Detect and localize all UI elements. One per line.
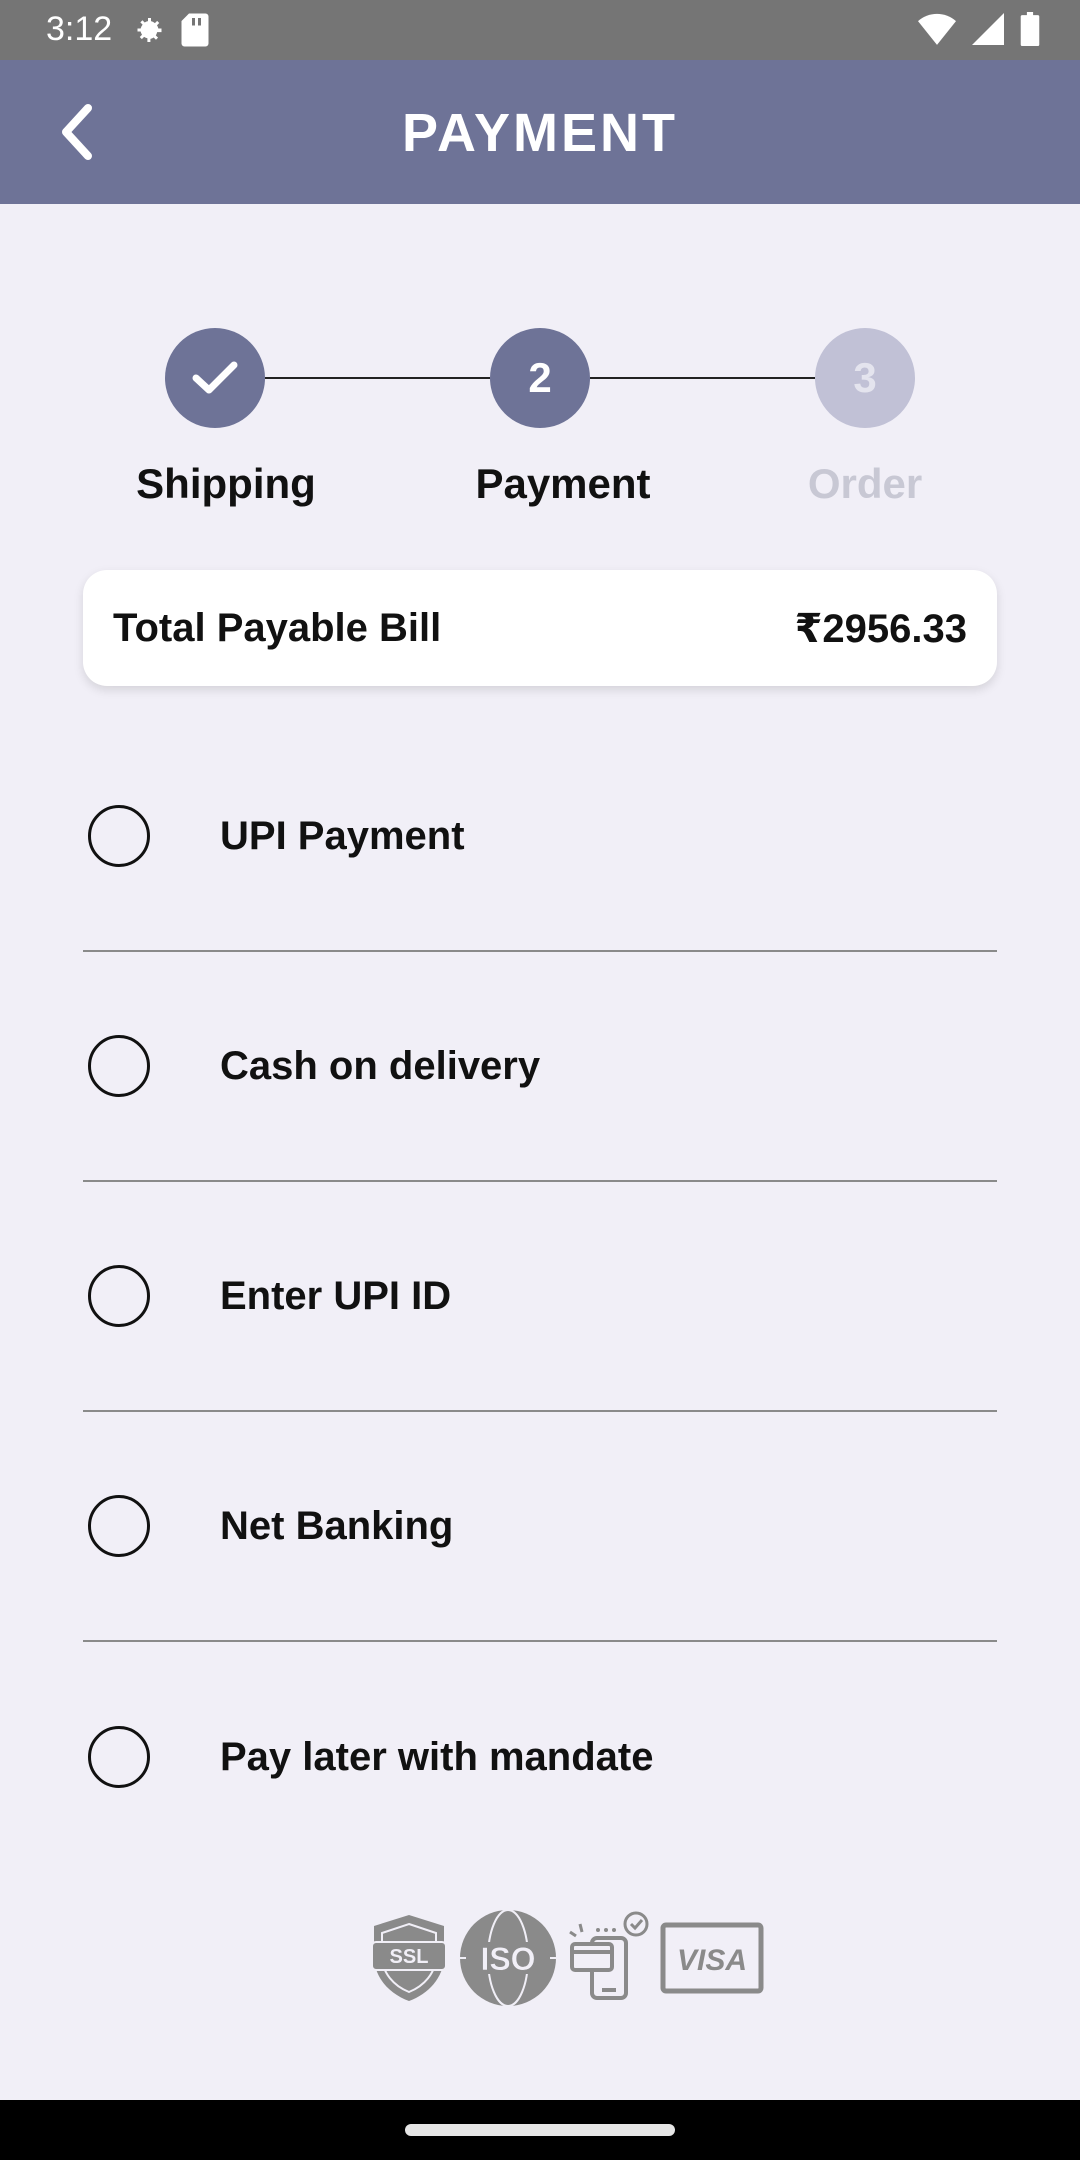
payment-option-cod[interactable]: Cash on delivery <box>83 952 997 1182</box>
option-label: Cash on delivery <box>220 1043 541 1088</box>
step-connector <box>590 377 815 379</box>
visa-text: VISA <box>677 1944 747 1977</box>
check-icon <box>192 361 238 394</box>
step-connector <box>265 377 490 379</box>
status-right-icons <box>918 12 1040 51</box>
option-label: UPI Payment <box>220 813 465 858</box>
total-bill-card: Total Payable Bill ₹2956.33 <box>83 570 997 686</box>
system-nav-bar <box>0 2100 1080 2160</box>
step-payment-number: 2 <box>528 354 552 401</box>
radio-button[interactable] <box>88 1265 150 1327</box>
payment-option-net-banking[interactable]: Net Banking <box>83 1412 997 1642</box>
visa-logo-icon: VISA <box>660 1922 764 1994</box>
step-order-circle: 3 <box>815 328 915 428</box>
step-payment-circle: 2 <box>490 328 590 428</box>
sd-card-icon <box>180 12 210 53</box>
step-label-shipping: Shipping <box>136 460 316 507</box>
radio-button[interactable] <box>88 1035 150 1097</box>
radio-button[interactable] <box>88 1495 150 1557</box>
option-label: Pay later with mandate <box>220 1734 654 1779</box>
radio-button[interactable] <box>88 805 150 867</box>
status-bar: 3:12 <box>0 0 1080 60</box>
bill-label: Total Payable Bill <box>113 606 442 650</box>
step-label-payment: Payment <box>475 460 651 507</box>
status-left-icons <box>130 12 210 53</box>
settings-icon <box>130 12 166 53</box>
payment-option-upi-id[interactable]: Enter UPI ID <box>83 1182 997 1412</box>
secure-card-payment-icon <box>569 1911 649 2000</box>
iso-text: ISO <box>480 1941 535 1977</box>
step-order-number: 3 <box>853 354 877 401</box>
home-gesture-handle[interactable] <box>405 2124 675 2136</box>
step-shipping-circle <box>165 328 265 428</box>
payment-option-pay-later[interactable]: Pay later with mandate <box>83 1642 997 1872</box>
iso-badge-icon: ISO <box>460 1909 556 2007</box>
step-label-order: Order <box>807 460 923 507</box>
payment-option-upi[interactable]: UPI Payment <box>83 722 997 952</box>
battery-icon <box>1020 12 1040 51</box>
bill-amount: ₹2956.33 <box>794 607 967 651</box>
wifi-icon <box>918 13 956 50</box>
page-title: PAYMENT <box>401 103 679 163</box>
status-time: 3:12 <box>46 10 113 48</box>
checkout-stepper: 2 3 Shipping Payment Order <box>0 328 1080 528</box>
option-label: Enter UPI ID <box>220 1273 452 1318</box>
signal-icon <box>972 13 1004 50</box>
payment-options-list: UPI Payment Cash on delivery Enter UPI I… <box>83 722 997 1872</box>
radio-button[interactable] <box>88 1726 150 1788</box>
app-bar: PAYMENT <box>0 60 1080 204</box>
ssl-shield-icon: SSL <box>371 1915 447 2001</box>
trust-badges: SSL ISO VISA <box>368 1906 772 2010</box>
option-label: Net Banking <box>220 1503 454 1548</box>
ssl-text: SSL <box>390 1946 429 1968</box>
